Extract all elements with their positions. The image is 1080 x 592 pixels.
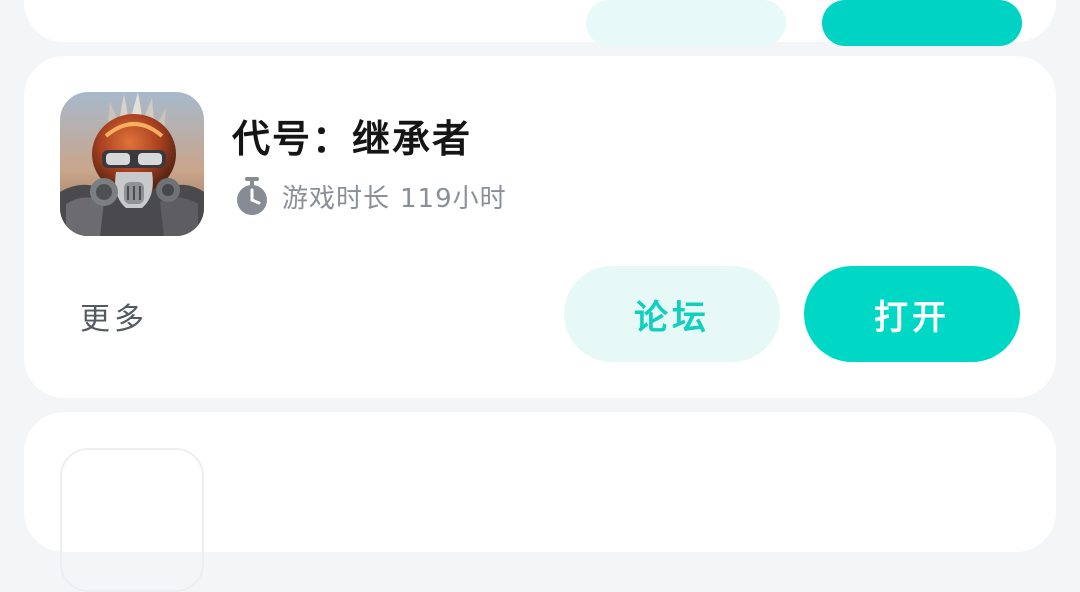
forum-button[interactable]: 论坛 — [564, 266, 780, 362]
game-title: 代号：继承者 — [232, 117, 473, 161]
previous-open-button[interactable] — [822, 0, 1022, 46]
previous-game-card — [24, 0, 1056, 46]
more-button[interactable]: 更多 — [80, 294, 148, 338]
next-game-card — [24, 412, 1056, 592]
playtime-label: 游戏时长 — [282, 183, 391, 214]
game-card: 代号：继承者 游戏时长 119小时 更多 论坛 打开 — [24, 56, 1056, 398]
game-cover-art — [60, 92, 204, 236]
open-button[interactable]: 打开 — [804, 266, 1020, 362]
playtime-value: 119小时 — [400, 183, 507, 214]
game-cover-icon[interactable] — [60, 92, 204, 236]
previous-forum-button[interactable] — [586, 0, 786, 46]
stopwatch-icon — [237, 177, 267, 215]
playtime-row: 游戏时长 119小时 — [234, 176, 507, 216]
